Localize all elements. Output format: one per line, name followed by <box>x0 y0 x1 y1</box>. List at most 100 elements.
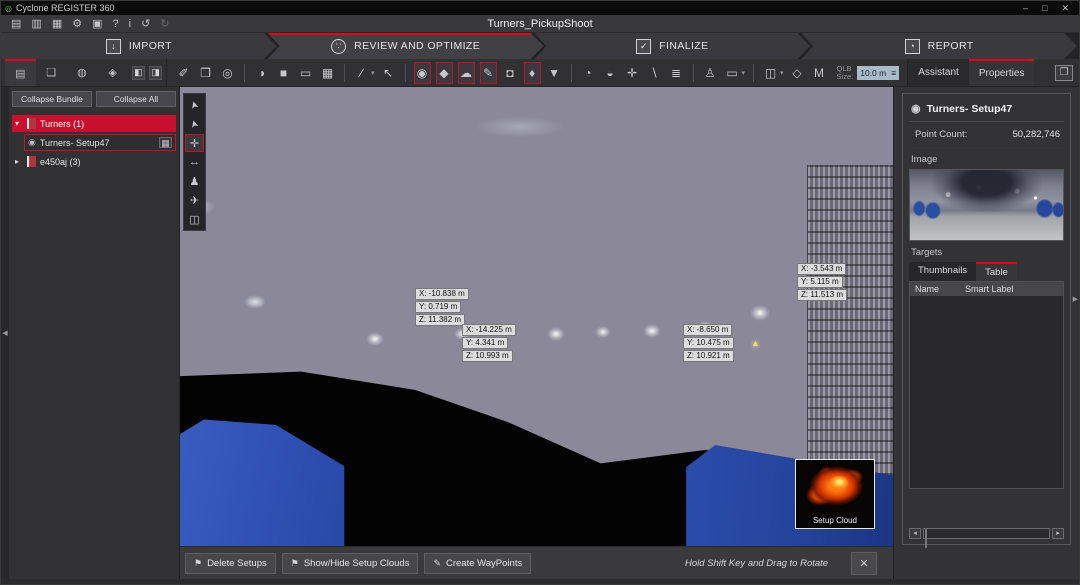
setup-panorama-thumbnail[interactable] <box>909 169 1064 241</box>
open-folder-icon[interactable]: ▤ <box>11 16 21 32</box>
undo-icon[interactable]: ↺ <box>141 16 150 32</box>
measure-dropdown-caret[interactable]: ▾ <box>371 69 375 77</box>
cloud-tool-icon[interactable]: ☁ <box>458 62 475 84</box>
scroll-left-button[interactable]: ◂ <box>909 528 921 539</box>
caret-down-icon[interactable]: ▾ <box>15 119 23 128</box>
maximize-button[interactable]: □ <box>1042 3 1047 14</box>
duplicate-view-icon[interactable]: ❐ <box>197 63 214 83</box>
layers-icon[interactable]: ≣ <box>668 63 685 83</box>
caret-right-icon[interactable]: ▸ <box>15 157 23 166</box>
limit-box-dropdown-caret[interactable]: ▾ <box>780 69 784 77</box>
coord-z: Z: 11.382 m <box>415 314 465 326</box>
save-project-icon[interactable]: ▥ <box>31 16 41 32</box>
collapse-left-arrow-icon[interactable]: ◀ <box>2 329 7 337</box>
limit-box-icon[interactable]: ◫ <box>762 63 779 83</box>
create-waypoints-button[interactable]: ✎ Create WayPoints <box>424 553 531 574</box>
collapse-all-button[interactable]: Collapse All <box>96 91 176 107</box>
detach-panel-icon[interactable]: ❐ <box>1055 65 1073 81</box>
tab-thumbnails[interactable]: Thumbnails <box>909 262 976 281</box>
setup-image-icon[interactable]: ▦ <box>159 137 172 148</box>
tab-sitemap[interactable]: ◍ <box>67 59 98 86</box>
measure-width-tool-icon[interactable]: ↔ <box>185 153 204 171</box>
scroll-right-button[interactable]: ▸ <box>1052 528 1064 539</box>
workflow-stage-import[interactable]: ↓ IMPORT <box>1 33 277 59</box>
point-cloud-viewport[interactable]: ➤ ➤ ✛ ↔ ♟ ✈ ◫ X: -10.838 m Y: 0.719 m Z:… <box>180 87 893 546</box>
storage-icon[interactable]: ▣ <box>92 16 102 32</box>
workflow-stage-finalize[interactable]: ✓ FINALIZE <box>535 33 811 59</box>
target-tool-icon[interactable]: ◉ <box>414 62 431 84</box>
model-box-icon[interactable]: M <box>811 63 828 83</box>
delete-setups-button[interactable]: ⚑ Delete Setups <box>185 553 276 574</box>
screen-mode-icon[interactable]: ▭ <box>724 63 741 83</box>
setup-pin-icon[interactable]: ◒ <box>602 63 619 83</box>
cube-view-tool-icon[interactable]: ◫ <box>185 210 204 228</box>
sphere-mode-icon[interactable]: ◔ <box>580 63 597 83</box>
screen-dropdown-caret[interactable]: ▾ <box>742 69 746 77</box>
redo-icon[interactable]: ↻ <box>160 16 169 32</box>
close-view-button[interactable]: ✕ <box>851 552 877 575</box>
marker-flag-icon: ⚑ <box>291 558 299 569</box>
workflow-stage-review-and-optimize[interactable]: ∵ REVIEW AND OPTIMIZE <box>268 33 544 59</box>
show-hide-setup-clouds-button[interactable]: ⚑ Show/Hide Setup Clouds <box>282 553 419 574</box>
walkthrough-icon[interactable]: ♙ <box>702 63 719 83</box>
tag-tool-icon[interactable]: ◆ <box>436 62 453 84</box>
draw-tool-icon[interactable]: ✎ <box>480 62 497 84</box>
setup-cloud-inset[interactable]: Setup Cloud <box>795 459 875 529</box>
center-column: ➤ ➤ ✛ ↔ ♟ ✈ ◫ X: -10.838 m Y: 0.719 m Z:… <box>180 87 893 546</box>
coord-x: X: -14.225 m <box>462 324 516 336</box>
tab-table[interactable]: Table <box>976 262 1017 281</box>
coord-x: X: -3.543 m <box>797 263 846 275</box>
tab-assistant[interactable]: Assistant <box>908 59 969 86</box>
active-stage-accent <box>268 33 544 35</box>
measure-tool-icon[interactable]: ∕ <box>353 63 370 83</box>
pan-tool-icon[interactable]: ✛ <box>185 134 204 152</box>
qlb-size-label: QLBSize: <box>837 65 854 81</box>
tree-item-setup47[interactable]: ◉ Turners- Setup47 ▦ <box>24 134 176 151</box>
rect-select-icon[interactable]: ■ <box>275 63 292 83</box>
project-tree-panel: Collapse Bundle Collapse All ▾ Turners (… <box>9 87 180 579</box>
image-view-icon[interactable]: ▦ <box>319 63 336 83</box>
tab-modules[interactable]: ◈ <box>97 59 128 86</box>
close-button[interactable]: ✕ <box>1061 3 1069 14</box>
toolbar-separator <box>693 64 694 82</box>
pick-point-tool-icon[interactable]: ➤ <box>183 112 205 135</box>
setup-cloud-thumbnail <box>798 462 872 515</box>
scrollbar-thumb[interactable] <box>925 529 927 548</box>
tab-project-explorer[interactable]: ▤ <box>5 59 36 86</box>
qlb-spinner-icon[interactable]: ≡ <box>891 66 896 80</box>
info-icon[interactable]: i <box>129 16 131 32</box>
tree-item-bundle-turners[interactable]: ▾ Turners (1) <box>12 115 176 132</box>
slice-tool-icon[interactable]: ∖ <box>646 63 663 83</box>
zoom-region-icon[interactable]: ◎ <box>219 63 236 83</box>
toolbar-separator <box>244 64 245 82</box>
minimize-button[interactable]: – <box>1023 3 1028 14</box>
color-mode-icon[interactable]: ◑ <box>253 63 270 83</box>
move-axes-icon[interactable]: ✛ <box>624 63 641 83</box>
split-view-left-toggle[interactable]: ◧ <box>132 66 145 80</box>
cleanup-tool-icon[interactable]: ✐ <box>175 63 192 83</box>
tab-attachments[interactable]: ❑ <box>36 59 67 86</box>
panorama-view-icon[interactable]: ▭ <box>297 63 314 83</box>
filter-funnel-icon[interactable]: ▼ <box>546 63 563 83</box>
fly-tool-icon[interactable]: ✈ <box>185 191 204 209</box>
workflow-stage-report[interactable]: ◔ REPORT <box>801 33 1077 59</box>
clip-box-icon[interactable]: ◇ <box>789 63 806 83</box>
qlb-size-input[interactable]: 10.0 m ≡ <box>857 66 899 80</box>
measurement-label-4: X: -8.650 m Y: 10.475 m Z: 10.921 m <box>683 324 734 363</box>
tree-item-bundle-e450aj[interactable]: ▸ e450aj (3) <box>12 153 176 170</box>
cursor-tool-icon[interactable]: ↖ <box>380 63 397 83</box>
split-view-right-toggle[interactable]: ◨ <box>149 66 162 80</box>
scrollbar-track[interactable] <box>923 528 1050 539</box>
help-icon[interactable]: ? <box>113 16 119 32</box>
import-data-icon[interactable]: ▦ <box>52 16 62 32</box>
settings-gear-icon[interactable]: ⚙ <box>72 16 82 32</box>
tab-properties[interactable]: Properties <box>969 59 1035 86</box>
person-view-tool-icon[interactable]: ♟ <box>185 172 204 190</box>
pin-tool-icon[interactable]: ♦ <box>524 62 541 84</box>
camera-tool-icon[interactable]: ◘ <box>502 63 519 83</box>
setup-cloud-caption: Setup Cloud <box>796 515 874 528</box>
left-panel-collapse-strip[interactable]: ◀ <box>1 87 9 579</box>
collapse-bundle-button[interactable]: Collapse Bundle <box>12 91 92 107</box>
app-icon: ◎ <box>5 4 12 13</box>
collapse-right-arrow-icon[interactable]: ▶ <box>1073 295 1078 303</box>
